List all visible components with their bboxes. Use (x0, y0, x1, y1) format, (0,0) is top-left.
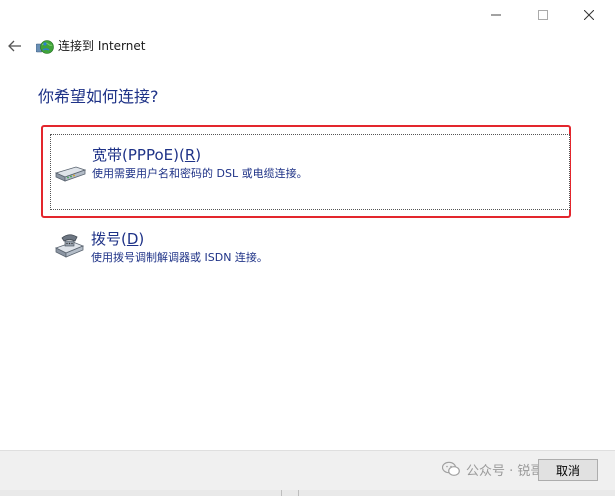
accelerator-key-r: R (184, 146, 196, 164)
back-arrow-icon (8, 40, 21, 52)
minimize-icon (491, 14, 501, 16)
minimize-button[interactable] (473, 0, 519, 30)
footer-divider (298, 490, 299, 496)
connect-to-internet-window: 连接到 Internet 你希望如何连接? 宽带(PPPoE)(R) 使用需要用… (0, 0, 615, 496)
maximize-icon (538, 10, 548, 20)
option-dialup-label-close: ) (138, 230, 145, 248)
cancel-button[interactable]: 取消 (538, 459, 598, 481)
close-button[interactable] (566, 0, 612, 30)
watermark: 公众号 · 锐哥 (442, 458, 543, 480)
option-broadband-description: 使用需要用户名和密码的 DSL 或电缆连接。 (92, 167, 308, 180)
page-title: 你希望如何连接? (38, 87, 159, 106)
option-broadband-label-close: ) (195, 146, 202, 164)
window-title: 连接到 Internet (58, 39, 146, 53)
option-dialup-label: 拨号( (91, 230, 127, 248)
maximize-button[interactable] (520, 0, 566, 30)
dialup-modem-phone-icon (54, 234, 85, 258)
option-broadband-title: 宽带(PPPoE)(R) (92, 145, 201, 165)
footer-bottom-strip (0, 490, 615, 496)
option-dialup-title: 拨号(D) (91, 229, 144, 249)
close-icon (584, 10, 594, 20)
footer-divider (281, 490, 282, 496)
option-broadband-label: 宽带(PPPoE)( (92, 146, 185, 164)
accelerator-key-d: D (126, 230, 139, 248)
option-broadband-pppoe[interactable]: 宽带(PPPoE)(R) 使用需要用户名和密码的 DSL 或电缆连接。 (50, 134, 570, 210)
network-globe-icon (36, 40, 54, 54)
option-dialup-description: 使用拨号调制解调器或 ISDN 连接。 (91, 251, 268, 264)
option-dialup[interactable]: 拨号(D) 使用拨号调制解调器或 ISDN 连接。 (50, 224, 570, 274)
broadband-modem-icon (54, 166, 86, 182)
back-button[interactable] (6, 37, 24, 55)
wechat-logo-icon (442, 461, 460, 476)
watermark-text: 公众号 · 锐哥 (466, 463, 544, 479)
title-bar (0, 0, 615, 32)
